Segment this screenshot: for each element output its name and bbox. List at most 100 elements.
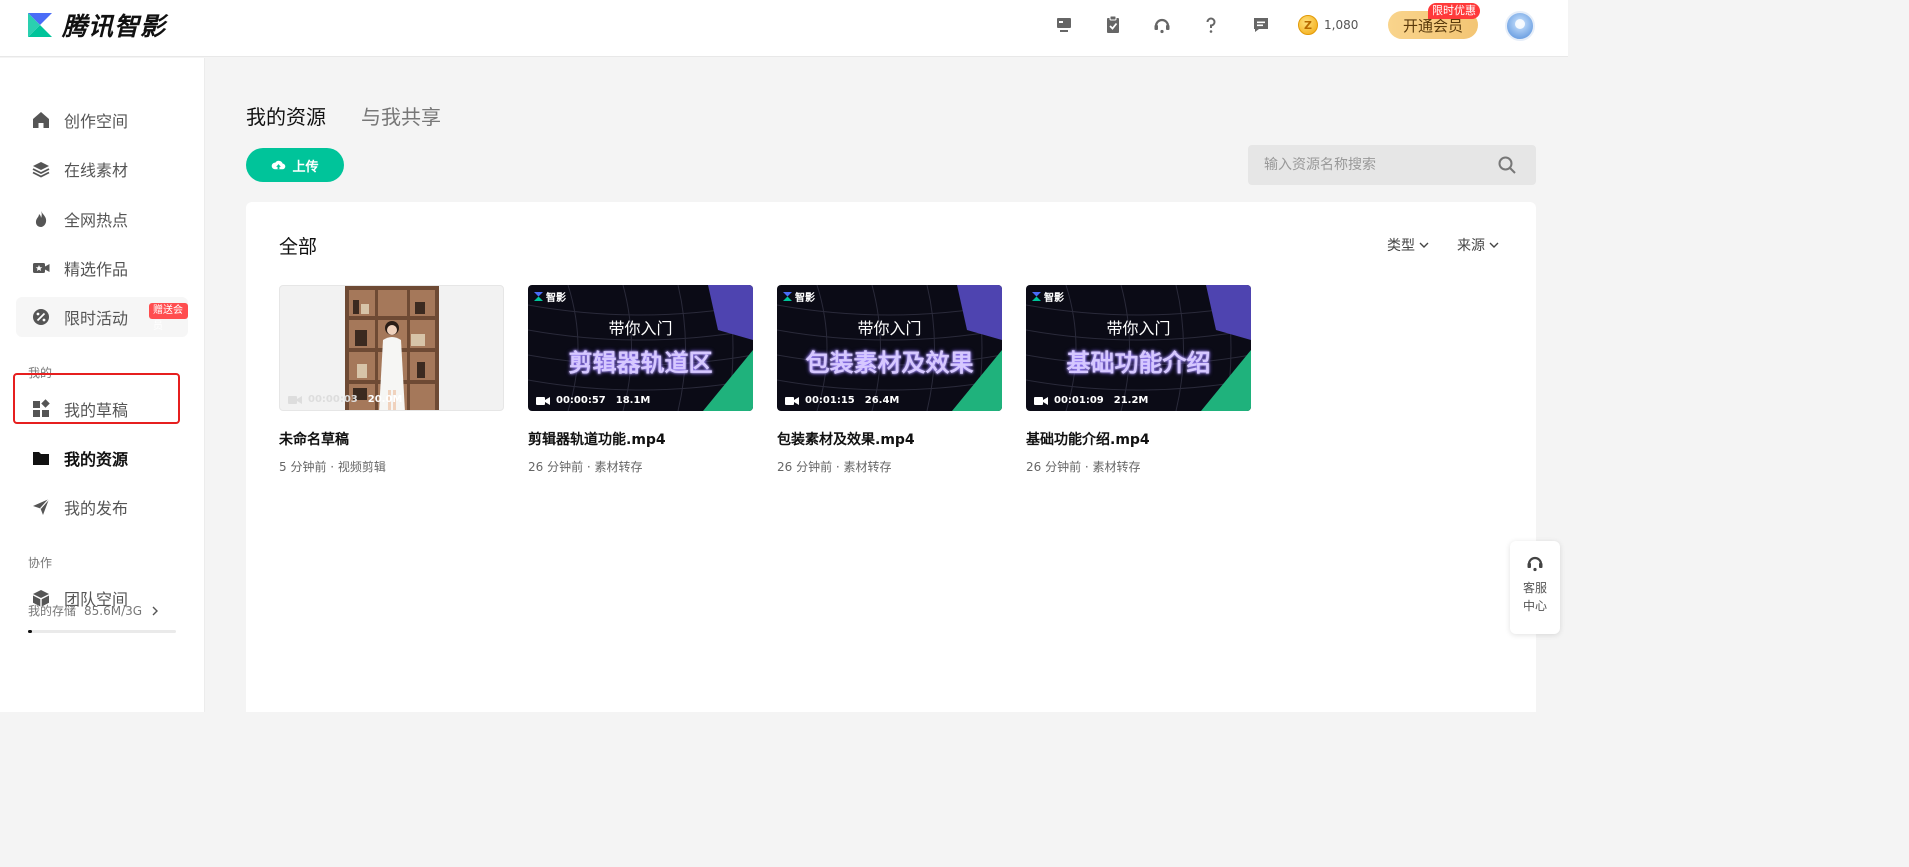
cover-title: 基础功能介绍 [1066,349,1211,377]
resource-card[interactable]: 智影 带你入门 剪辑器轨道区 00:00:57 18.1M 剪辑器轨道功能.mp… [528,285,753,475]
cover-title: 剪辑器轨道区 [568,349,713,377]
logo-mark-icon [534,292,543,301]
customer-service-button[interactable]: 客服中心 [1510,541,1560,634]
sidebar-item-hot-topics[interactable]: 全网热点 [16,199,188,239]
sidebar-item-label: 全网热点 [64,211,129,230]
tab-shared-with-me[interactable]: 与我共享 [361,101,441,130]
video-camera-icon [1034,396,1048,405]
sidebar-item-limited-events[interactable]: 限时活动 赠送会员 [16,297,188,337]
gift-vip-badge: 赠送会员 [149,303,188,332]
logo-mark-icon [28,13,52,37]
brand-logo[interactable]: 腾讯智影 [26,10,167,41]
card-size: 18.1M [615,395,651,406]
sidebar-item-featured-works[interactable]: 精选作品 [16,248,188,288]
card-duration: 00:01:15 [805,395,855,406]
card-meta: 00:01:15 26.4M [785,395,899,406]
card-size: 26.4M [864,395,900,406]
coin-icon: Z [1298,15,1318,35]
filter-type-dropdown[interactable]: 类型 [1387,235,1429,255]
card-thumbnail[interactable]: 00:00:03 20.0M [279,285,504,411]
vip-promo-badge: 限时优惠 [1428,3,1480,19]
sidebar-item-label: 创作空间 [64,112,129,131]
sidebar-item-my-publish[interactable]: 我的发布 [16,487,188,527]
panel-title: 全部 [279,236,318,258]
resource-card[interactable]: 智影 带你入门 包装素材及效果 00:01:15 26.4M 包装素材及效果.m… [777,285,1002,475]
storage-progress-fill [28,630,33,633]
storage-value: 85.6M/3G [84,603,143,618]
search-icon[interactable] [1497,155,1517,175]
clipboard-check-icon[interactable] [1102,14,1124,36]
sidebar-item-online-assets[interactable]: 在线素材 [16,149,188,189]
sidebar-item-label: 精选作品 [64,260,129,279]
upload-label: 上传 [292,159,319,175]
card-duration: 00:00:57 [556,395,606,406]
video-camera-icon [785,396,799,405]
filter-source-dropdown[interactable]: 来源 [1457,235,1499,255]
coin-value: 1,080 [1324,18,1359,32]
cover-subtitle: 带你入门 [1106,319,1171,338]
card-subtitle: 26 分钟前 · 素材转存 [777,460,892,474]
card-size: 21.2M [1113,395,1149,406]
home-icon [30,109,52,131]
chevron-right-icon [152,606,159,615]
brand-name: 腾讯智影 [62,12,167,41]
resource-card[interactable]: 00:00:03 20.0M 未命名草稿 5 分钟前 · 视频剪辑 [279,285,504,475]
top-header: 腾讯智影 Z 1,080 开通会员 限时优惠 [0,0,1568,57]
sidebar-item-creation-space[interactable]: 创作空间 [16,100,188,140]
card-thumbnail[interactable]: 智影 带你入门 基础功能介绍 00:01:09 21.2M [1026,285,1251,411]
card-title[interactable]: 包装素材及效果.mp4 [777,429,1002,449]
section-label-collab: 协作 [28,556,53,570]
chevron-down-icon [1489,242,1499,248]
cover-subtitle: 带你入门 [608,319,673,338]
folder-icon [30,447,52,469]
sidebar-item-label: 我的发布 [64,499,129,518]
video-camera-icon [288,395,302,404]
send-icon [30,496,52,518]
message-icon[interactable] [1250,14,1272,36]
storage-progress-bar [28,630,176,633]
filter-type-label: 类型 [1387,238,1415,254]
watermark-text: 智影 [1044,293,1064,304]
card-title[interactable]: 未命名草稿 [279,429,504,449]
sidebar-item-label: 限时活动 [64,309,129,328]
watermark: 智影 [534,289,566,304]
card-meta: 00:01:09 21.2M [1034,395,1148,406]
filter-source-label: 来源 [1457,238,1485,254]
headset-icon[interactable] [1151,14,1173,36]
video-camera-icon [536,396,550,405]
help-icon[interactable] [1200,14,1222,36]
card-meta: 00:00:03 20.0M [288,394,402,405]
monitor-icon[interactable] [1053,14,1075,36]
resource-search[interactable] [1248,145,1536,185]
search-input[interactable] [1248,145,1488,185]
watermark-text: 智影 [795,293,815,304]
sidebar-item-label: 在线素材 [64,161,129,180]
logo-mark-icon [783,292,792,301]
card-title[interactable]: 基础功能介绍.mp4 [1026,429,1251,449]
coin-balance[interactable]: Z 1,080 [1298,13,1358,37]
watermark-text: 智影 [546,293,566,304]
avatar[interactable] [1505,11,1535,41]
resource-card[interactable]: 智影 带你入门 基础功能介绍 00:01:09 21.2M 基础功能介绍.mp4… [1026,285,1251,475]
storage-label: 我的存储 [28,604,77,618]
storage-info[interactable]: 我的存储 85.6M/3G [28,602,160,619]
selection-highlight-box [13,373,180,424]
discount-icon [30,306,52,328]
cloud-upload-icon [272,160,286,169]
card-thumbnail[interactable]: 智影 带你入门 剪辑器轨道区 00:00:57 18.1M [528,285,753,411]
card-subtitle: 26 分钟前 · 素材转存 [1026,460,1141,474]
logo-mark-icon [1032,292,1041,301]
layers-icon [30,158,52,180]
tab-my-resources[interactable]: 我的资源 [246,101,326,130]
flame-icon [30,208,52,230]
watermark: 智影 [1032,289,1064,304]
card-title[interactable]: 剪辑器轨道功能.mp4 [528,429,753,449]
watermark: 智影 [783,289,815,304]
card-thumbnail[interactable]: 智影 带你入门 包装素材及效果 00:01:15 26.4M [777,285,1002,411]
card-meta: 00:00:57 18.1M [536,395,650,406]
cover-title: 包装素材及效果 [805,349,974,377]
upload-button[interactable]: 上传 [246,148,344,182]
star-video-icon [30,257,52,279]
sidebar-item-my-resources[interactable]: 我的资源 [16,438,188,478]
sidebar-item-label: 我的资源 [64,450,129,469]
